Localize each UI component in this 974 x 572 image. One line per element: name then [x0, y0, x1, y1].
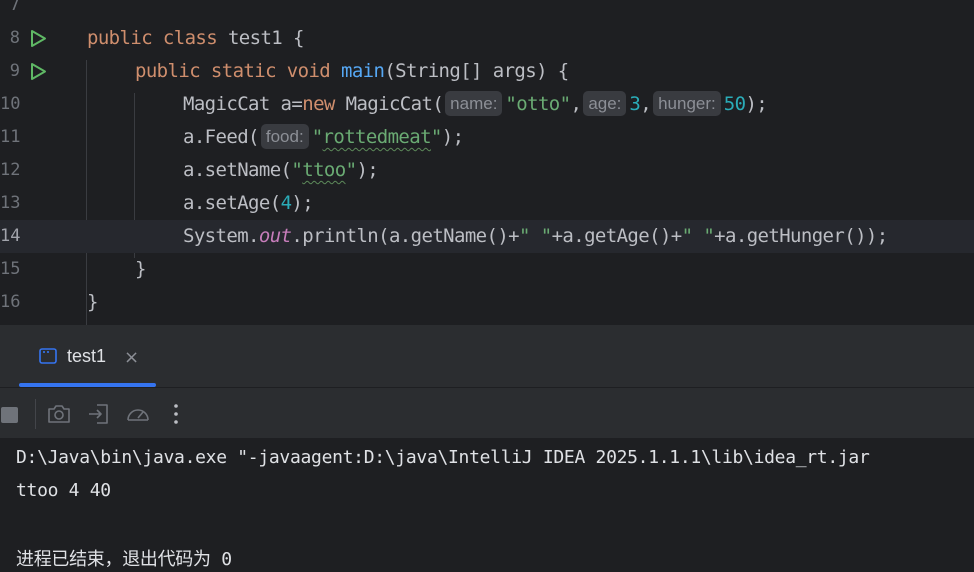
- code-text[interactable]: a.setName("ttoo");: [183, 154, 379, 187]
- more-vertical-icon[interactable]: [164, 401, 190, 427]
- code-text[interactable]: public class test1 {: [87, 22, 304, 55]
- code-text[interactable]: a.setAge(4);: [183, 187, 314, 220]
- code-text[interactable]: System.out.println(a.getName()+" "+a.get…: [183, 220, 888, 253]
- line-number: 12: [0, 160, 21, 180]
- console-program-output: ttoo 4 40: [16, 480, 111, 501]
- close-icon[interactable]: ×: [124, 347, 139, 368]
- run-icon[interactable]: [29, 29, 48, 48]
- code-line-13[interactable]: 13 a.setAge(4);: [0, 187, 974, 220]
- tab-run-test1[interactable]: test1 ×: [19, 325, 156, 387]
- code-text[interactable]: }: [135, 253, 146, 286]
- code-editor[interactable]: 7 8 public class test1 { 9 public static…: [0, 0, 974, 325]
- camera-icon[interactable]: [46, 401, 72, 427]
- console-exit-message: 进程已结束，退出代码为 0: [16, 549, 232, 570]
- stop-icon[interactable]: [0, 401, 26, 427]
- run-panel-tabbar: test1 ×: [0, 325, 974, 388]
- parameter-hint-name: name:: [445, 91, 503, 116]
- line-number: 7: [9, 0, 20, 15]
- code-line-14[interactable]: 14 System.out.println(a.getName()+" "+a.…: [0, 220, 974, 253]
- gauge-icon[interactable]: [125, 401, 151, 427]
- console-output[interactable]: D:\Java\bin\java.exe "-javaagent:D:\java…: [0, 438, 974, 572]
- line-number: 16: [0, 292, 21, 312]
- line-number: 8: [9, 28, 20, 48]
- code-text[interactable]: }: [87, 286, 98, 319]
- line-number: 11: [0, 127, 21, 147]
- code-line-11[interactable]: 11 a.Feed(food: "rottedmeat");: [0, 121, 974, 154]
- code-text[interactable]: MagicCat a=new MagicCat(name: "otto", age:…: [183, 88, 768, 121]
- line-number: 10: [0, 94, 21, 114]
- typo-warning[interactable]: rottedmeat: [323, 126, 432, 148]
- parameter-hint-food: food:: [260, 124, 309, 149]
- code-line-12[interactable]: 12 a.setName("ttoo");: [0, 154, 974, 187]
- tab-label: test1: [67, 346, 107, 366]
- code-line-16[interactable]: 16 }: [0, 286, 974, 319]
- code-line-9[interactable]: 9 public static void main(String[] args)…: [0, 55, 974, 88]
- parameter-hint-hunger: hunger:: [653, 91, 721, 116]
- code-line-15[interactable]: 15 }: [0, 253, 974, 286]
- parameter-hint-age: age:: [583, 91, 627, 116]
- login-icon[interactable]: [86, 401, 112, 427]
- line-number: 9: [9, 61, 20, 81]
- line-number: 15: [0, 259, 21, 279]
- active-tab-indicator: [19, 383, 156, 387]
- run-icon[interactable]: [29, 62, 48, 81]
- code-line-7[interactable]: 7: [0, 0, 974, 22]
- console-command-line: D:\Java\bin\java.exe "-javaagent:D:\java…: [16, 447, 870, 468]
- line-number: 14: [0, 226, 21, 246]
- console-window-icon: [39, 348, 57, 368]
- line-number: 13: [0, 193, 21, 213]
- typo-warning[interactable]: ttoo: [302, 159, 346, 181]
- code-text[interactable]: public static void main(String[] args) {: [135, 55, 569, 88]
- toolbar-separator: [35, 399, 36, 429]
- run-toolbar: [0, 388, 974, 438]
- code-line-10[interactable]: 10 MagicCat a=new MagicCat(name: "otto", a…: [0, 88, 974, 121]
- code-text[interactable]: a.Feed(food: "rottedmeat");: [183, 121, 464, 154]
- code-line-8[interactable]: 8 public class test1 {: [0, 22, 974, 55]
